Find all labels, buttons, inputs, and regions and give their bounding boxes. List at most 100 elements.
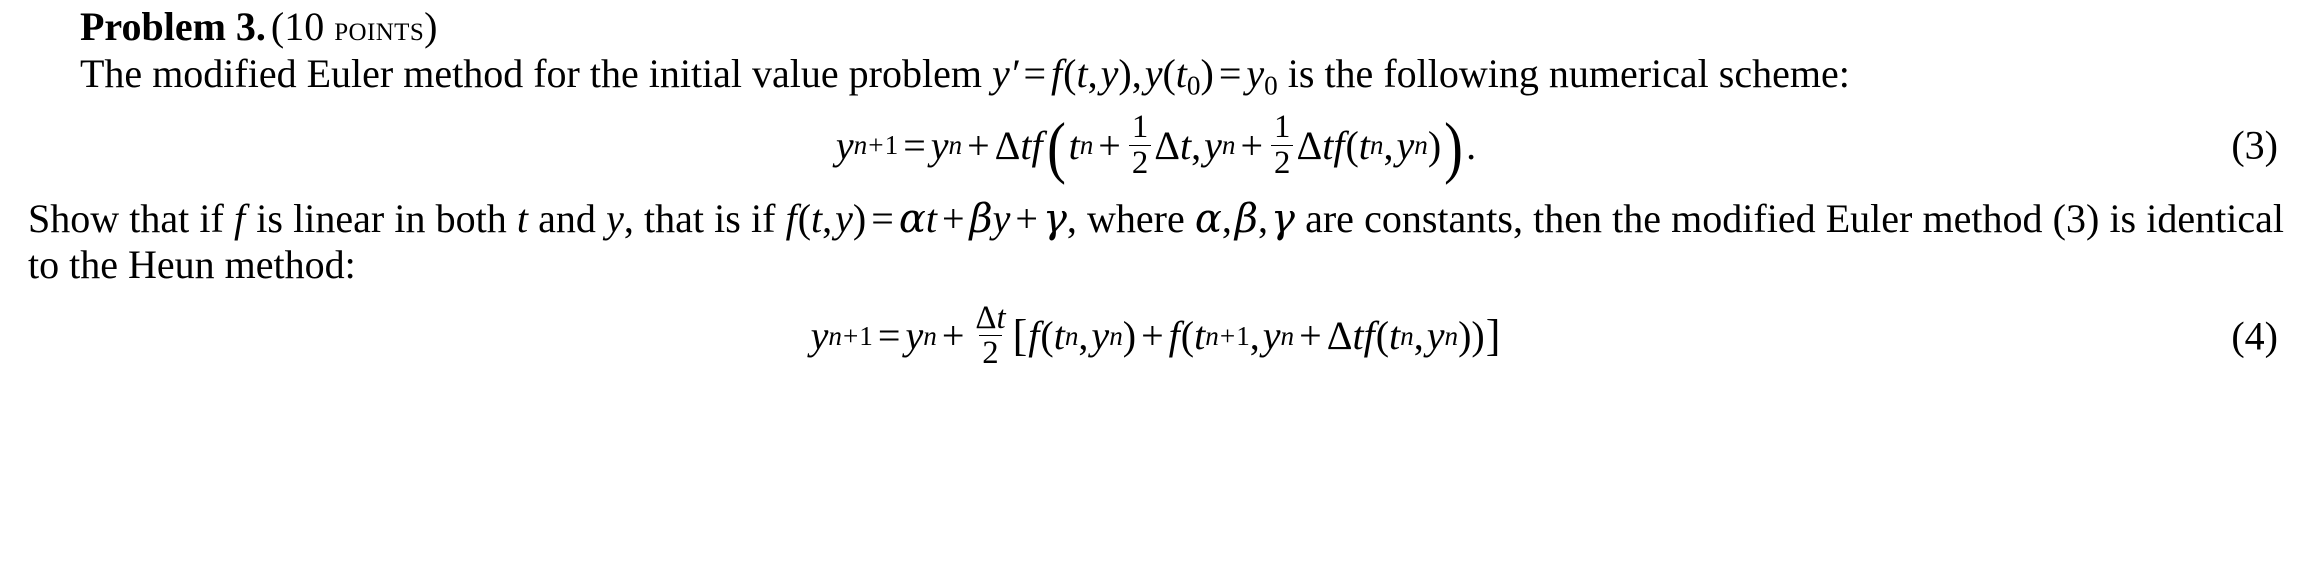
eq3-big-paren-close: ) bbox=[1444, 108, 1464, 185]
eq4-y-sub-value: n bbox=[923, 320, 937, 351]
math-equals-2: = bbox=[1218, 51, 1242, 96]
math-y0-sub-value: 0 bbox=[1264, 70, 1278, 101]
show-text-e: , where bbox=[1066, 195, 1195, 241]
eq3-inner-t-sub-value: n bbox=[1369, 130, 1384, 161]
eq3-comma-1: , bbox=[1191, 122, 1202, 168]
eq4-paren-open-1: ( bbox=[1040, 313, 1054, 359]
eq4-equals: = bbox=[877, 313, 901, 359]
eq4-paren-close-2: ) bbox=[1471, 313, 1485, 359]
eq4-t-3: t bbox=[1352, 313, 1364, 359]
equation-3-number: (3) bbox=[2231, 122, 2278, 168]
show-text-d: , that is if bbox=[623, 195, 786, 241]
math-y0-base: y bbox=[1246, 51, 1265, 96]
eq4-bracket-open: [ bbox=[1012, 311, 1028, 361]
eq4-comma-3: , bbox=[1413, 313, 1424, 359]
eq3-inner-comma: , bbox=[1383, 122, 1394, 168]
show-math-t-2: t bbox=[811, 195, 823, 241]
eq4-t2-base: t bbox=[1194, 313, 1206, 359]
math-t0-sub-value: 0 bbox=[1186, 70, 1201, 101]
equation-4-body: y n+1 = y n + Δt 2[f(t n, y n) + f(t n+1, y n + Δt f(t n, y n… bbox=[810, 301, 1502, 371]
eq4-plus-3: + bbox=[1299, 313, 1322, 359]
problem-heading: Problem 3. (10 points) bbox=[28, 0, 2284, 51]
math-paren-close-1: ) bbox=[1118, 51, 1132, 96]
eq4-t4-sub-value: n bbox=[1400, 320, 1414, 351]
eq3-period: . bbox=[1466, 122, 1477, 168]
equation-4-number: (4) bbox=[2231, 313, 2278, 359]
math-y-3: y bbox=[1144, 51, 1163, 96]
eq3-plus-1: + bbox=[967, 122, 990, 168]
show-math-y-2: y bbox=[835, 195, 853, 241]
math-paren-close-2: ) bbox=[1200, 51, 1214, 96]
show-alpha-1: α bbox=[898, 195, 926, 242]
eq4-f-2: f bbox=[1168, 313, 1180, 359]
eq4-t1-sub-value: n bbox=[1064, 320, 1079, 351]
show-math-t-1: t bbox=[516, 195, 529, 241]
eq3-big-paren-open: ( bbox=[1046, 108, 1066, 185]
eq4-f-3: f bbox=[1363, 313, 1375, 359]
eq4-t4-base: t bbox=[1389, 313, 1401, 359]
eq4-y2-sub-value: n bbox=[1280, 320, 1295, 351]
eq4-delta: Δ bbox=[1326, 313, 1353, 359]
eq4-lhs-sub-plus: + bbox=[842, 320, 859, 351]
eq4-t2-sub-one: 1 bbox=[1236, 320, 1250, 351]
eq4-y1-base: y bbox=[1091, 313, 1110, 359]
show-math-t-3: t bbox=[925, 195, 937, 241]
show-comma-3: , bbox=[1258, 195, 1269, 241]
eq4-y1-sub-value: n bbox=[1109, 320, 1123, 351]
eq3-delta-2: Δ bbox=[1154, 122, 1180, 168]
eq4-lhs-base: y bbox=[810, 313, 829, 359]
eq4-bracket-close: ] bbox=[1485, 311, 1501, 361]
eq4-y3-sub-value: n bbox=[1444, 320, 1459, 351]
math-comma-1: , bbox=[1087, 51, 1098, 96]
eq3-lhs-sub-n: n bbox=[853, 130, 868, 161]
math-t-1: t bbox=[1076, 51, 1088, 96]
eq3-frac2-numerator: 1 bbox=[1274, 109, 1291, 145]
intro-text-b: is the following bbox=[1277, 51, 1539, 96]
eq4-frac-numerator: Δt bbox=[972, 301, 1008, 336]
eq4-fraction-delta-t-over-2: Δt 2 bbox=[972, 301, 1008, 371]
math-y0-subscript: 0 bbox=[1264, 71, 1278, 101]
show-text-f: are constants, then bbox=[1294, 195, 1602, 241]
eq3-lhs-sub-one: 1 bbox=[884, 130, 899, 161]
eq3-f-1: f bbox=[1031, 122, 1043, 168]
show-math-f-1: f bbox=[234, 195, 246, 241]
intro-text-a: The modified Euler method for the initia… bbox=[80, 51, 992, 96]
show-text-b: is linear in both bbox=[246, 195, 517, 241]
eq4-t1-base: t bbox=[1053, 313, 1065, 359]
eq3-y-base: y bbox=[930, 122, 949, 168]
math-t0-base: t bbox=[1175, 51, 1187, 96]
eq3-y-sub-value: n bbox=[948, 130, 963, 161]
eq4-paren-open-3: ( bbox=[1375, 313, 1390, 359]
show-alpha-2: α bbox=[1194, 195, 1222, 242]
eq4-paren-open-2: ( bbox=[1180, 313, 1195, 359]
math-y-2: y bbox=[1100, 51, 1119, 96]
eq4-y-base: y bbox=[905, 313, 924, 359]
intro-text-c: numerical scheme: bbox=[1548, 51, 1850, 96]
show-plus-1: + bbox=[941, 195, 965, 241]
eq3-lhs-sub-plus: + bbox=[868, 130, 884, 161]
eq4-y2-base: y bbox=[1262, 313, 1281, 359]
eq4-y3-base: y bbox=[1426, 313, 1445, 359]
eq3-tn-sub-value: n bbox=[1079, 130, 1094, 161]
show-beta-2: β bbox=[1234, 195, 1259, 242]
show-equals: = bbox=[871, 195, 894, 241]
math-paren-open-2: ( bbox=[1162, 51, 1176, 96]
eq3-frac1-denominator: 2 bbox=[1128, 144, 1152, 180]
vertical-spacer bbox=[28, 180, 2284, 196]
paragraph-show-that: Show that if f is linear in both t and y… bbox=[28, 196, 2284, 288]
eq3-t-1: t bbox=[1020, 122, 1032, 168]
equation-4: y n+1 = y n + Δt 2[f(t n, y n) + f(t n+1, y n + Δt f(t n, y n… bbox=[28, 301, 2284, 371]
eq3-delta-3: Δ bbox=[1296, 122, 1323, 168]
eq3-delta-1: Δ bbox=[994, 122, 1021, 168]
math-equals-1: = bbox=[1023, 51, 1047, 96]
points-label: points bbox=[334, 8, 425, 48]
eq4-frac-denominator: 2 bbox=[979, 335, 1002, 370]
math-f-1: f bbox=[1051, 51, 1063, 96]
points-close-paren: ) bbox=[424, 4, 438, 49]
eq4-comma-2: , bbox=[1249, 313, 1260, 359]
eq3-plus-3: + bbox=[1240, 122, 1264, 168]
eq3-t-2: t bbox=[1180, 122, 1192, 168]
eq3-inner-paren-close: ) bbox=[1427, 122, 1442, 168]
show-math-y-3: y bbox=[992, 195, 1011, 241]
show-paren-open: ( bbox=[797, 195, 812, 241]
